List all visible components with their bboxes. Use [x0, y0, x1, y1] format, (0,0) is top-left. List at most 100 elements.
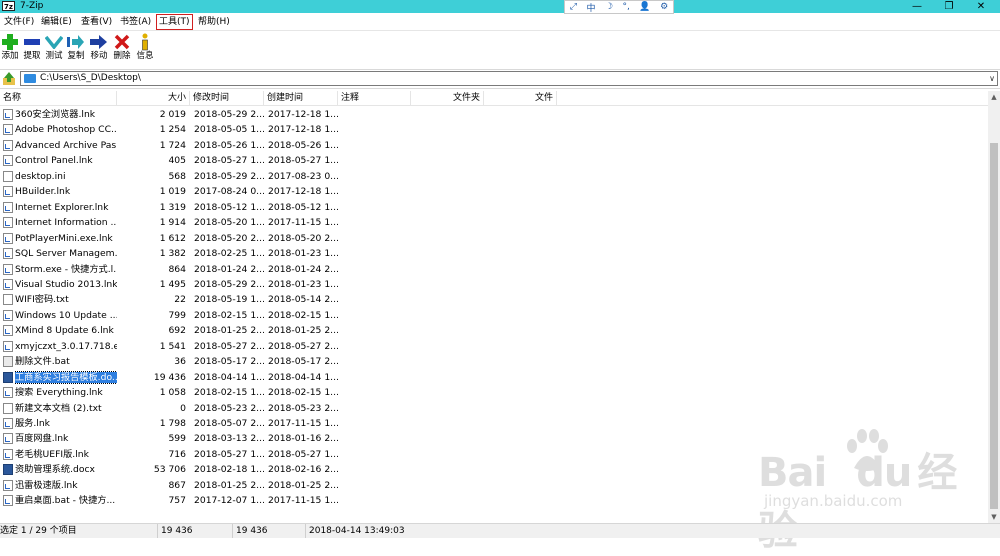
test-button[interactable]: 测试 — [42, 33, 66, 62]
ime-punctuation-icon[interactable]: °, — [623, 2, 630, 12]
file-row[interactable]: 服务.lnk 1 798 2018-05-07 2... 2017-11-15 1..… — [0, 416, 988, 431]
ime-settings-icon[interactable]: ⚙ — [660, 2, 668, 12]
delete-button[interactable]: 删除 — [110, 33, 134, 62]
file-modified: 2018-02-25 1... — [194, 248, 264, 260]
file-row[interactable]: 百度网盘.lnk 599 2018-03-13 2... 2018-01-16 2..… — [0, 431, 988, 446]
file-modified: 2018-05-29 2... — [194, 170, 264, 182]
file-name: Control Panel.lnk — [15, 155, 93, 167]
file-bat-icon — [3, 356, 13, 368]
file-row[interactable]: 删除文件.bat 36 2018-05-17 2... 2018-05-17 2... — [0, 354, 988, 369]
menu-edit[interactable]: 编辑(E) — [39, 15, 74, 29]
file-size: 799 — [168, 309, 186, 321]
file-row[interactable]: 搜索 Everything.lnk 1 058 2018-02-15 1... 201… — [0, 385, 988, 400]
menu-tools[interactable]: 工具(T) — [156, 14, 193, 30]
file-row[interactable]: PotPlayerMini.exe.lnk 1 612 2018-05-20 2..… — [0, 231, 988, 246]
file-name: 迅雷极速版.lnk — [15, 479, 78, 491]
file-lnk-icon — [3, 309, 13, 321]
file-row[interactable]: Internet Explorer.lnk 1 319 2018-05-12 1..… — [0, 200, 988, 215]
file-size: 1 541 — [159, 340, 186, 352]
minus-icon — [24, 39, 40, 45]
file-row[interactable]: 重启桌面.bat - 快捷方... 757 2017-12-07 1... 2017-… — [0, 493, 988, 508]
add-button[interactable]: 添加 — [0, 33, 22, 62]
file-row[interactable]: desktop.ini 568 2018-05-29 2... 2017-08-23 … — [0, 169, 988, 184]
file-row[interactable]: xmyjczxt_3.0.17.718.ex... 1 541 2018-05-27… — [0, 339, 988, 354]
menu-file[interactable]: 文件(F) — [2, 15, 36, 29]
file-lnk-icon — [3, 232, 13, 244]
file-row[interactable]: 工商系实习报告模板.do... 19 436 2018-04-14 1... 2018… — [0, 370, 988, 385]
file-name: XMind 8 Update 6.lnk — [15, 325, 114, 337]
file-modified: 2018-05-27 1... — [194, 448, 264, 460]
col-name[interactable]: 名称 — [0, 91, 117, 105]
vertical-scrollbar[interactable]: ▲ ▼ — [988, 91, 1000, 523]
file-created: 2018-05-12 1... — [268, 201, 338, 213]
path-dropdown-icon[interactable]: ∨ — [989, 72, 995, 85]
path-field[interactable]: C:\Users\S_D\Desktop\ ∨ — [20, 71, 998, 86]
menu-bar: 文件(F) 编辑(E) 查看(V) 书签(A) 工具(T) 帮助(H) — [0, 14, 1000, 31]
col-folders[interactable]: 文件夹 — [411, 91, 484, 105]
file-row[interactable]: Advanced Archive Pas... 1 724 2018-05-26 1… — [0, 138, 988, 153]
scroll-up-icon[interactable]: ▲ — [988, 91, 1000, 103]
ime-moon-icon[interactable]: ☽ — [605, 2, 613, 12]
file-created: 2017-12-18 1... — [268, 124, 338, 136]
col-comment[interactable]: 注释 — [338, 91, 411, 105]
file-name: 360安全浏览器.lnk — [15, 109, 96, 120]
file-created: 2018-01-23 1... — [268, 248, 338, 260]
file-row[interactable]: 新建文本文档 (2).txt 0 2018-05-23 2... 2018-05-23… — [0, 401, 988, 416]
file-row[interactable]: 老毛桃UEFI版.lnk 716 2018-05-27 1... 2018-05-27… — [0, 447, 988, 462]
close-button[interactable]: ✕ — [966, 0, 996, 13]
file-name: 工商系实习报告模板.do... — [15, 370, 117, 384]
file-row[interactable]: 360安全浏览器.lnk 2 019 2018-05-29 2... 2017-12-… — [0, 107, 988, 122]
file-size: 864 — [168, 263, 186, 275]
file-row[interactable]: SQL Server Managem... 1 382 2018-02-25 1..… — [0, 246, 988, 261]
ime-expand-icon[interactable]: ⤢ — [570, 2, 577, 12]
minimize-button[interactable]: — — [902, 0, 932, 13]
file-row[interactable]: Visual Studio 2013.lnk 1 495 2018-05-29 2.… — [0, 277, 988, 292]
file-name: Storm.exe - 快捷方式.l... — [15, 263, 117, 275]
extract-button[interactable]: 提取 — [20, 33, 44, 62]
up-folder-button[interactable] — [2, 72, 16, 86]
file-created: 2018-05-26 1... — [268, 139, 338, 151]
scroll-down-icon[interactable]: ▼ — [988, 511, 1000, 523]
file-size: 53 706 — [153, 464, 186, 476]
file-row[interactable]: 资助管理系统.docx 53 706 2018-02-18 1... 2018-02-… — [0, 462, 988, 477]
file-created: 2017-08-23 0... — [268, 170, 338, 182]
file-name: Visual Studio 2013.lnk — [15, 278, 117, 290]
file-row[interactable]: Windows 10 Update ... 799 2018-02-15 1... 2… — [0, 308, 988, 323]
file-row[interactable]: XMind 8 Update 6.lnk 692 2018-01-25 2... 20… — [0, 323, 988, 338]
copy-label: 复制 — [67, 51, 85, 61]
menu-bookmarks[interactable]: 书签(A) — [118, 15, 153, 29]
status-date: 2018-04-14 13:49:03 — [309, 526, 405, 536]
file-row[interactable]: Control Panel.lnk 405 2018-05-27 1... 2018-… — [0, 153, 988, 168]
file-size: 1 019 — [159, 186, 186, 198]
file-name: PotPlayerMini.exe.lnk — [15, 232, 113, 244]
info-button[interactable]: 信息 — [133, 33, 157, 62]
file-modified: 2018-01-25 2... — [194, 479, 264, 491]
file-row[interactable]: Storm.exe - 快捷方式.l... 864 2018-01-24 2... 2… — [0, 262, 988, 277]
file-created: 2017-12-18 1... — [268, 186, 338, 198]
scroll-thumb[interactable] — [990, 143, 998, 509]
ime-user-icon[interactable]: 👤 — [639, 2, 650, 12]
ime-chinese-mode[interactable]: 中 — [586, 1, 595, 14]
file-txt-icon — [3, 402, 13, 414]
file-doc-icon — [3, 371, 13, 383]
col-modified[interactable]: 修改时间 — [190, 91, 264, 105]
col-size[interactable]: 大小 — [117, 91, 190, 105]
file-row[interactable]: Adobe Photoshop CC... 1 254 2018-05-05 1..… — [0, 122, 988, 137]
menu-view[interactable]: 查看(V) — [79, 15, 114, 29]
maximize-button[interactable]: ❐ — [934, 0, 964, 13]
file-row[interactable]: HBuilder.lnk 1 019 2017-08-24 0... 2017-12-… — [0, 184, 988, 199]
file-name: 服务.lnk — [15, 418, 50, 429]
copy-button[interactable]: 复制 — [64, 33, 88, 62]
col-created[interactable]: 创建时间 — [264, 91, 338, 105]
file-created: 2018-04-14 1... — [268, 371, 338, 383]
file-row[interactable]: WIFI密码.txt 22 2018-05-19 1... 2018-05-14 2.… — [0, 292, 988, 307]
file-name: Adobe Photoshop CC... — [15, 124, 117, 136]
file-size: 599 — [168, 433, 186, 445]
file-size: 692 — [168, 325, 186, 337]
menu-help[interactable]: 帮助(H) — [196, 15, 232, 29]
move-button[interactable]: 移动 — [87, 33, 111, 62]
col-files[interactable]: 文件 — [484, 91, 557, 105]
file-row[interactable]: Internet Information ... 1 914 2018-05-20 … — [0, 215, 988, 230]
file-row[interactable]: 迅雷极速版.lnk 867 2018-01-25 2... 2018-01-25 2.… — [0, 478, 988, 493]
file-lnk-icon — [3, 479, 13, 491]
